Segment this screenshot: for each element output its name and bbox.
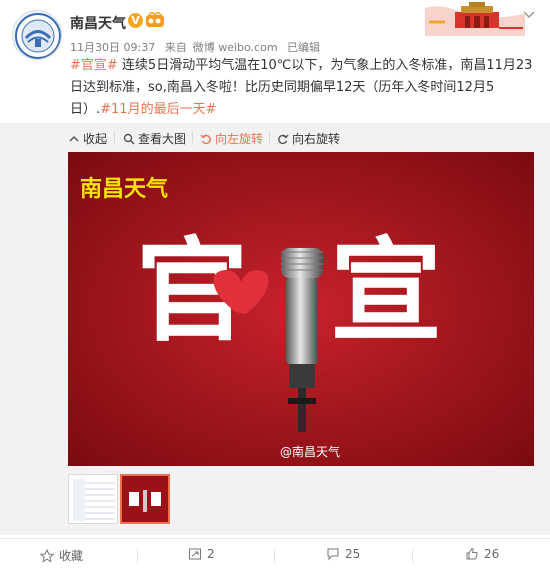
verified-icon: V <box>128 13 143 28</box>
forward-icon <box>189 548 201 560</box>
poster-char-right: 宣 <box>330 227 442 357</box>
post-footer: 收藏 2 25 26 <box>0 538 550 573</box>
avatar[interactable] <box>12 10 62 60</box>
view-large-label: 查看大图 <box>138 132 187 146</box>
main-image[interactable]: 南昌天气 官 宣 @南昌天气 <box>68 152 534 466</box>
poster-title: 南昌天气 <box>80 176 168 202</box>
footer-divider <box>137 549 138 563</box>
thumbnail-1[interactable] <box>68 474 118 524</box>
source-prefix: 来自 <box>164 41 187 54</box>
rotate-left-button[interactable]: 向左旋转 <box>200 130 263 147</box>
rotate-right-label: 向右旋转 <box>292 132 341 146</box>
toolbar-divider <box>269 131 270 143</box>
hashtag-link-2[interactable]: #11月的最后一天# <box>100 102 216 117</box>
view-large-button[interactable]: 查看大图 <box>123 130 186 147</box>
thumbnail-2[interactable] <box>120 474 170 524</box>
like-count: 26 <box>484 547 500 561</box>
forward-button[interactable]: 2 <box>188 547 215 561</box>
rotate-left-icon <box>200 134 211 145</box>
post-meta: 11月30日 09:37 来自 微博 weibo.com 已编辑 <box>70 39 326 55</box>
author-name[interactable]: 南昌天气 <box>70 13 126 33</box>
favorite-label: 收藏 <box>59 549 84 563</box>
comment-count: 25 <box>345 547 361 561</box>
forward-count: 2 <box>207 547 215 561</box>
collapse-button[interactable]: 收起 <box>68 130 107 147</box>
rotate-right-icon <box>278 134 289 145</box>
post-date[interactable]: 11月30日 09:37 <box>70 41 155 54</box>
vip-badge-icon[interactable] <box>145 12 165 29</box>
toolbar-divider <box>192 131 193 143</box>
post-source[interactable]: 微博 weibo.com <box>193 41 278 54</box>
favorite-button[interactable]: 收藏 <box>39 547 84 564</box>
footer-divider <box>274 549 275 563</box>
decor-banner-icon <box>425 2 525 36</box>
poster-watermark: @南昌天气 <box>280 444 340 459</box>
rotate-left-label: 向左旋转 <box>215 132 264 146</box>
like-button[interactable]: 26 <box>465 547 499 561</box>
rotate-right-button[interactable]: 向右旋转 <box>277 130 340 147</box>
chevron-down-icon[interactable] <box>522 8 536 22</box>
edited-label[interactable]: 已编辑 <box>287 41 320 54</box>
thumbs-up-icon <box>466 547 478 560</box>
zoom-icon <box>123 133 135 145</box>
post-text: #官宣# 连续5日滑动平均气温在10℃以下，为气象上的入冬标准，南昌11月23日… <box>70 55 538 121</box>
collapse-icon <box>69 135 79 142</box>
toolbar-divider <box>114 131 115 143</box>
comment-button[interactable]: 25 <box>326 547 360 561</box>
collapse-label: 收起 <box>83 132 108 146</box>
hashtag-link[interactable]: #官宣# <box>70 58 118 73</box>
footer-divider <box>412 549 413 563</box>
star-icon <box>39 548 55 563</box>
comment-icon <box>327 548 339 561</box>
